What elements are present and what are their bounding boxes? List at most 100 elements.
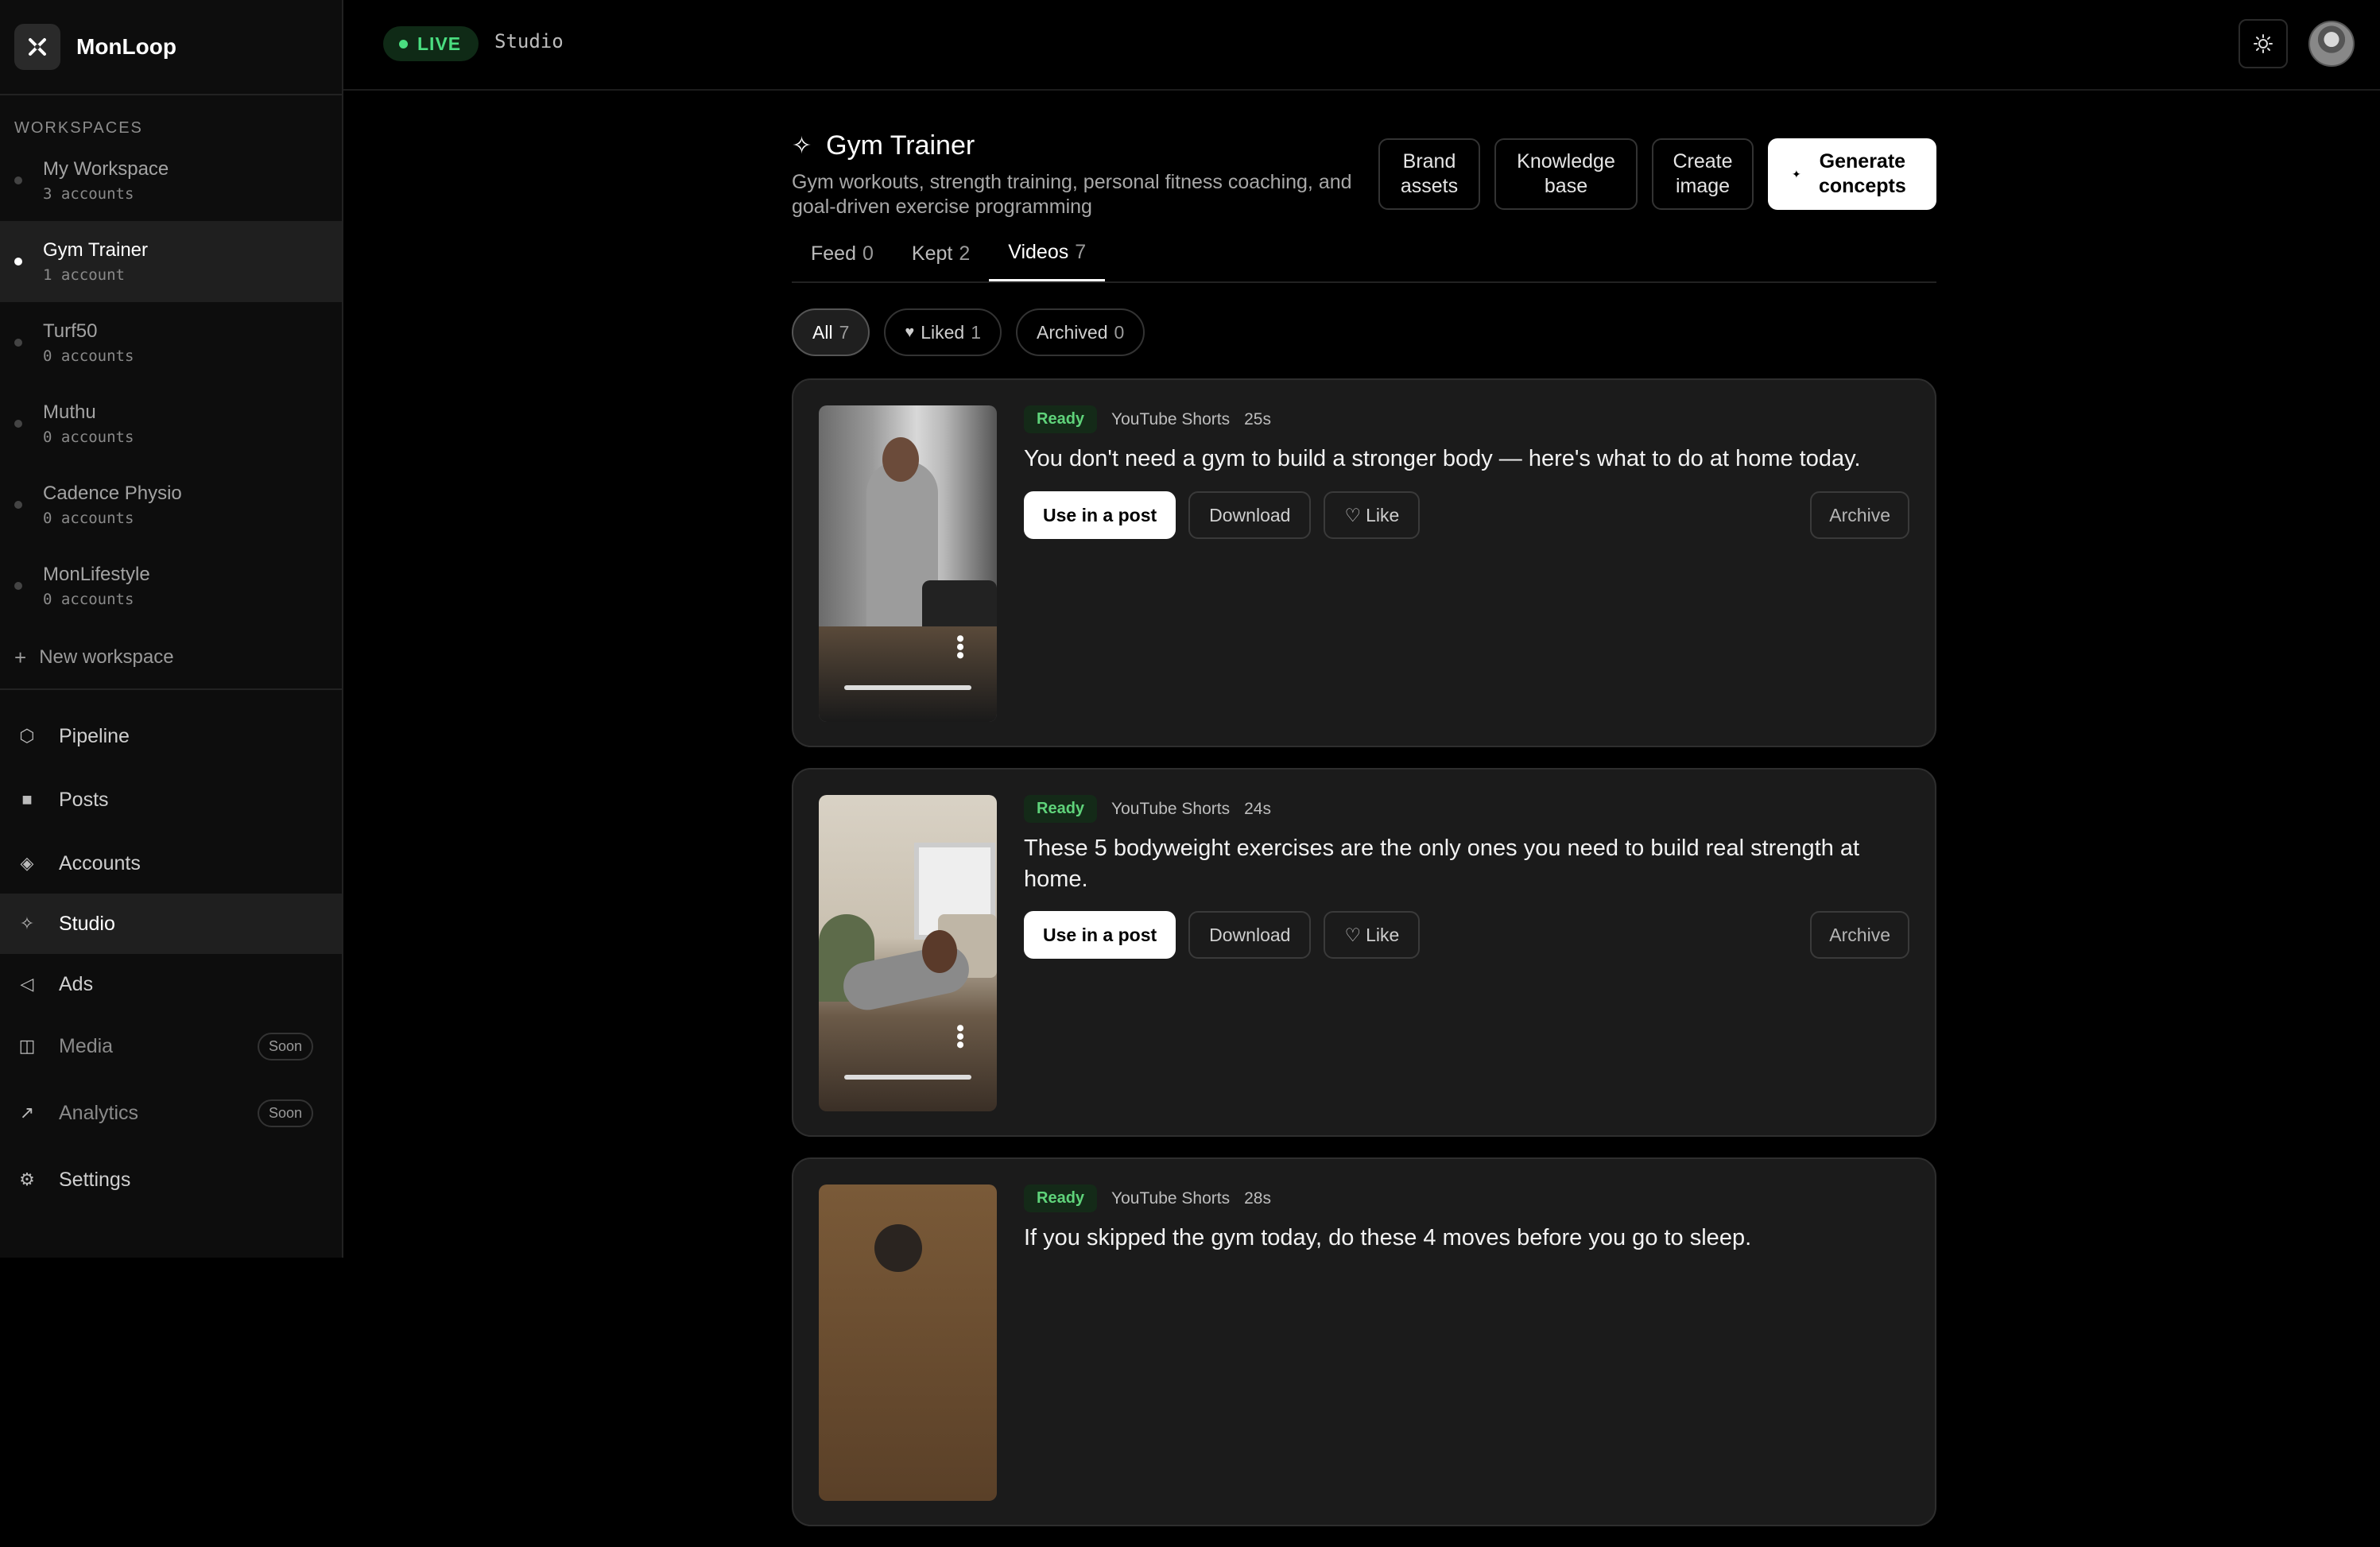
megaphone-icon: ◁ xyxy=(20,974,34,994)
nav-label: Pipeline xyxy=(59,724,130,747)
filter-count: 1 xyxy=(971,321,982,343)
app-name: MonLoop xyxy=(76,34,176,59)
like-button[interactable]: ♡ Like xyxy=(1324,911,1421,959)
tab-feed[interactable]: Feed 0 xyxy=(792,226,893,281)
page-title: ✧ Gym Trainer xyxy=(792,130,975,161)
tab-videos[interactable]: Videos 7 xyxy=(989,226,1106,281)
diamond-icon: ◈ xyxy=(20,853,34,873)
tab-count: 2 xyxy=(959,242,971,265)
video-card: Ready YouTube Shorts 28s If you skipped … xyxy=(792,1157,1936,1526)
page-title-text: Gym Trainer xyxy=(826,130,975,161)
nav-label: Accounts xyxy=(59,851,141,874)
workspace-count: 0 accounts xyxy=(43,591,134,608)
use-in-post-button[interactable]: Use in a post xyxy=(1024,911,1176,959)
nav-label: Posts xyxy=(59,788,109,811)
video-platform: YouTube Shorts xyxy=(1111,799,1231,818)
soon-badge: Soon xyxy=(257,1032,313,1060)
gear-icon: ⚙ xyxy=(19,1169,35,1189)
video-duration: 24s xyxy=(1244,799,1271,818)
status-badge: Ready xyxy=(1024,1184,1098,1212)
sparkle-icon: ✧ xyxy=(19,913,35,933)
tab-kept[interactable]: Kept 2 xyxy=(893,226,989,281)
download-button[interactable]: Download xyxy=(1188,911,1312,959)
nav-item-media[interactable]: ◫ Media Soon xyxy=(0,1016,342,1076)
new-workspace-button[interactable]: + New workspace xyxy=(0,626,342,690)
tab-label: Feed xyxy=(811,242,856,265)
page-actions: Brand assets Knowledge base Create image… xyxy=(1378,138,1936,210)
nav-item-settings[interactable]: ⚙ Settings xyxy=(0,1150,342,1210)
nav-label: Ads xyxy=(59,972,94,995)
page-header: ✧ Gym Trainer Gym workouts, strength tra… xyxy=(792,91,1936,226)
download-button[interactable]: Download xyxy=(1188,491,1312,539)
nav-item-pipeline[interactable]: ⬡ Pipeline xyxy=(0,706,342,766)
video-meta: Ready YouTube Shorts 24s xyxy=(1024,795,1271,823)
video-thumbnail[interactable] xyxy=(819,1184,997,1501)
workspace-list: My Workspace 3 accounts Gym Trainer 1 acco… xyxy=(0,140,342,626)
like-label: Like xyxy=(1366,924,1400,945)
workspace-item-muthu[interactable]: Muthu 0 accounts xyxy=(0,383,342,464)
breadcrumb[interactable]: Studio xyxy=(494,30,564,52)
live-badge: LIVE xyxy=(383,26,479,61)
like-button[interactable]: ♡ Like xyxy=(1324,491,1421,539)
filter-chips: All 7 ♥ Liked 1 Archived 0 xyxy=(792,308,1936,356)
workspace-dot-icon xyxy=(14,582,22,590)
square-icon: ■ xyxy=(21,789,33,809)
filter-liked[interactable]: ♥ Liked 1 xyxy=(884,308,1002,356)
nav-item-posts[interactable]: ■ Posts xyxy=(0,770,342,830)
workspace-name: Muthu xyxy=(43,401,96,423)
main-content: ✧ Gym Trainer Gym workouts, strength tra… xyxy=(792,91,1936,1547)
page-subtitle: Gym workouts, strength training, persona… xyxy=(792,171,1352,218)
nav-item-studio[interactable]: ✧ Studio xyxy=(0,894,342,954)
video-thumbnail[interactable]: ••• xyxy=(819,795,997,1111)
workspace-item-gym-trainer[interactable]: Gym Trainer 1 account xyxy=(0,221,342,302)
workspace-dot-icon xyxy=(14,501,22,509)
theme-toggle-button[interactable] xyxy=(2239,19,2288,68)
use-in-post-button[interactable]: Use in a post xyxy=(1024,491,1176,539)
status-badge: Ready xyxy=(1024,795,1098,823)
tab-label: Kept xyxy=(911,242,953,265)
nav-item-accounts[interactable]: ◈ Accounts xyxy=(0,833,342,894)
workspace-item-cadence-physio[interactable]: Cadence Physio 0 accounts xyxy=(0,464,342,545)
filter-archived[interactable]: Archived 0 xyxy=(1016,308,1145,356)
workspace-item-monlifestyle[interactable]: MonLifestyle 0 accounts xyxy=(0,545,342,626)
video-list: ••• Ready YouTube Shorts 25s You don't n… xyxy=(792,378,1936,1526)
filter-all[interactable]: All 7 xyxy=(792,308,870,356)
nav-label: Media xyxy=(59,1034,114,1057)
video-platform: YouTube Shorts xyxy=(1111,1188,1231,1208)
workspace-item-my-workspace[interactable]: My Workspace 3 accounts xyxy=(0,140,342,221)
workspace-name: MonLifestyle xyxy=(43,564,150,585)
more-options-icon[interactable]: ••• xyxy=(947,634,973,660)
workspace-count: 0 accounts xyxy=(43,347,134,365)
video-progress-bar xyxy=(844,685,971,690)
soon-badge: Soon xyxy=(257,1099,313,1127)
tab-label: Videos xyxy=(1008,241,1069,263)
video-meta: Ready YouTube Shorts 28s xyxy=(1024,1184,1271,1212)
nav-item-analytics[interactable]: ↗ Analytics Soon xyxy=(0,1083,342,1143)
archive-button[interactable]: Archive xyxy=(1810,911,1909,959)
avatar[interactable] xyxy=(2308,21,2355,67)
brand-assets-button[interactable]: Brand assets xyxy=(1378,138,1480,210)
nav-item-ads[interactable]: ◁ Ads xyxy=(0,954,342,1014)
workspace-name: Cadence Physio xyxy=(43,483,182,504)
more-options-icon[interactable]: ••• xyxy=(947,1024,973,1049)
filter-count: 7 xyxy=(839,321,850,343)
main-nav: ⬡ Pipeline ■ Posts ◈ Accounts ✧ Studio ◁… xyxy=(0,706,342,1210)
brand[interactable]: MonLoop xyxy=(0,0,342,95)
video-progress-bar xyxy=(844,1075,971,1080)
new-workspace-label: New workspace xyxy=(39,646,174,668)
archive-button[interactable]: Archive xyxy=(1810,491,1909,539)
video-actions: Use in a post Download ♡ Like xyxy=(1024,911,1421,959)
like-label: Like xyxy=(1366,504,1400,525)
live-label: LIVE xyxy=(417,33,462,54)
video-actions: Use in a post Download ♡ Like xyxy=(1024,491,1421,539)
generate-concepts-button[interactable]: ✦ Generate concepts xyxy=(1768,138,1936,210)
tab-count: 7 xyxy=(1075,241,1087,263)
workspaces-label: WORKSPACES xyxy=(14,119,143,137)
plus-icon: + xyxy=(14,645,27,669)
video-thumbnail[interactable]: ••• xyxy=(819,405,997,722)
workspace-item-turf50[interactable]: Turf50 0 accounts xyxy=(0,302,342,383)
knowledge-base-button[interactable]: Knowledge base xyxy=(1494,138,1638,210)
heart-outline-icon: ♡ xyxy=(1344,924,1362,945)
hexagon-icon: ⬡ xyxy=(19,726,35,746)
create-image-button[interactable]: Create image xyxy=(1652,138,1754,210)
